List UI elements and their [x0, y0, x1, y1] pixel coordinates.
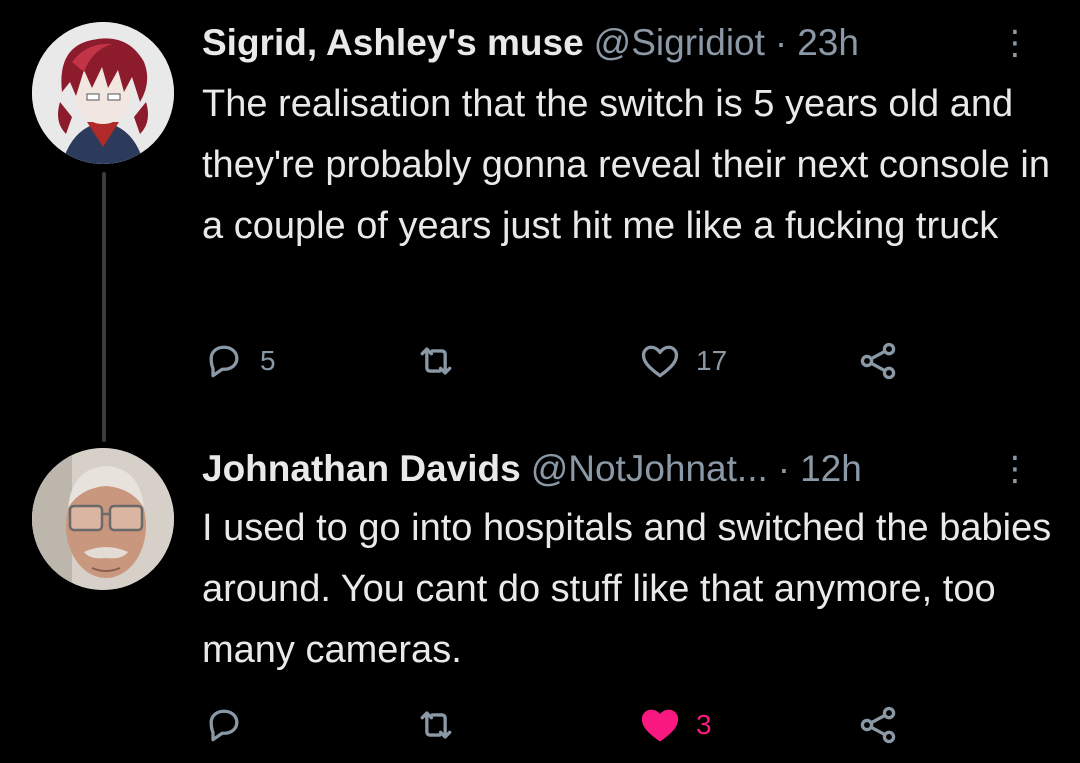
- share-button[interactable]: [856, 336, 900, 386]
- share-button[interactable]: [856, 700, 900, 750]
- reply-icon: [209, 709, 239, 742]
- more-options-icon[interactable]: ⋮: [998, 26, 1032, 60]
- like-count: 3: [696, 709, 712, 740]
- thread-connector-line: [102, 172, 106, 442]
- like-button[interactable]: 17: [638, 336, 727, 386]
- heart-outline-icon: [641, 345, 679, 378]
- retweet-button[interactable]: [414, 336, 472, 386]
- retweet-button[interactable]: [414, 700, 472, 750]
- tweet-header: Johnathan Davids @NotJohnat... · 12h ⋮: [202, 446, 1042, 492]
- reply-button[interactable]: 5: [202, 336, 276, 386]
- like-count: 17: [696, 345, 728, 376]
- heart-filled-icon: [641, 709, 679, 742]
- timestamp[interactable]: 23h: [797, 22, 859, 64]
- display-name[interactable]: Johnathan Davids: [202, 448, 521, 490]
- share-icon: [860, 706, 896, 744]
- tweet-text: The realisation that the switch is 5 yea…: [202, 83, 1051, 247]
- like-button[interactable]: 3: [638, 700, 712, 750]
- user-handle[interactable]: @NotJohnat...: [531, 448, 768, 490]
- share-icon: [860, 342, 896, 380]
- reply-icon: [209, 345, 239, 378]
- display-name[interactable]: Sigrid, Ashley's muse: [202, 22, 584, 64]
- tweet-header: Sigrid, Ashley's muse @Sigridiot · 23h ⋮: [202, 20, 1042, 66]
- separator-dot: ·: [774, 22, 788, 63]
- timestamp[interactable]: 12h: [800, 448, 862, 490]
- tweet-actions: 3: [202, 700, 962, 750]
- avatar[interactable]: [32, 448, 174, 590]
- reply-button[interactable]: [202, 700, 260, 750]
- more-options-icon[interactable]: ⋮: [998, 452, 1032, 486]
- retweet-icon: [420, 347, 452, 375]
- tweet-actions: 5 17: [202, 336, 962, 386]
- user-handle[interactable]: @Sigridiot: [594, 22, 765, 64]
- retweet-icon: [420, 711, 452, 739]
- tweet-text: I used to go into hospitals and switched…: [202, 507, 1052, 671]
- avatar[interactable]: [32, 22, 174, 164]
- old-man-avatar-icon: [32, 448, 174, 590]
- separator-dot: ·: [777, 448, 791, 489]
- anime-character-avatar-icon: [32, 22, 174, 164]
- reply-count: 5: [260, 345, 276, 376]
